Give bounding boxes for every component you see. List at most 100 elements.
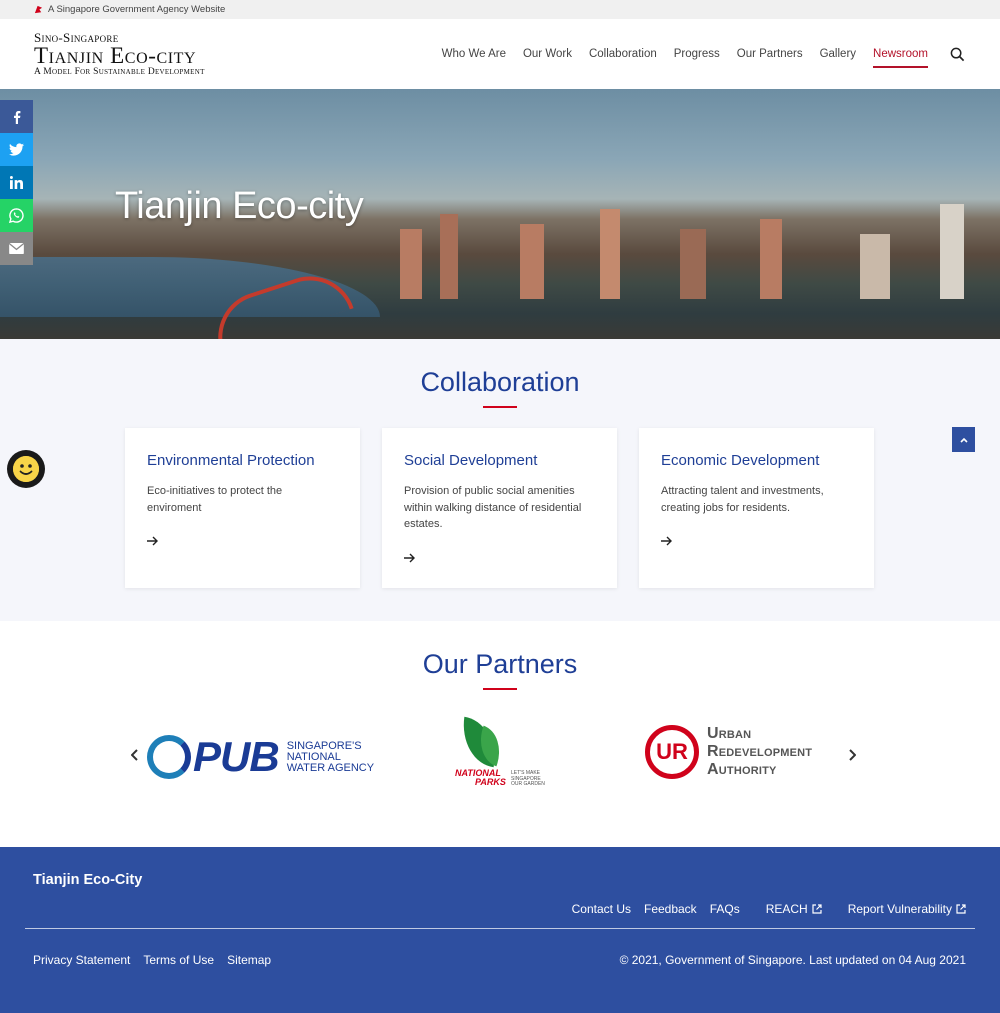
government-masthead: A Singapore Government Agency Website [0,0,1000,19]
nparks-tagline: LET'S MAKE SINGAPORE OUR GARDEN [511,770,545,788]
card-economic-development[interactable]: Economic Development Attracting talent a… [639,428,874,588]
nav-gallery[interactable]: Gallery [820,36,856,72]
footer-divider [25,928,975,929]
share-email-button[interactable] [0,232,33,265]
arrow-right-icon[interactable] [404,551,416,566]
nparks-tag-line: OUR GARDEN [511,781,545,787]
chevron-right-icon [849,749,856,761]
share-twitter-button[interactable] [0,133,33,166]
card-title: Social Development [404,452,538,469]
footer-link-sitemap[interactable]: Sitemap [227,953,271,967]
title-underline [483,406,517,408]
nav-collaboration[interactable]: Collaboration [589,36,657,72]
card-description: Eco-initiatives to protect the enviromen… [147,485,283,514]
logo-line-1: Sino-Singapore [34,29,119,45]
footer-link-faqs[interactable]: FAQs [710,902,740,916]
linkedin-icon [10,176,23,189]
nav-progress[interactable]: Progress [674,36,720,72]
social-share-bar [0,100,33,265]
twitter-icon [9,143,24,156]
singapore-lion-icon [34,5,43,14]
pub-tagline-line: NATIONAL [286,750,341,763]
external-link-icon [956,904,966,914]
main-nav: Who We Are Our Work Collaboration Progre… [425,19,966,89]
partners-title: Our Partners [422,649,578,679]
hero-building [680,229,706,299]
footer-link-reach[interactable]: REACH [766,902,808,916]
chevron-up-icon [959,437,968,443]
nparks-line: PARKS [475,777,506,787]
footer-link-contact-us[interactable]: Contact Us [572,902,631,916]
partners-carousel: PUB SINGAPORE'S NATIONAL WATER AGENCY NA… [125,716,870,799]
hero-building [940,204,964,299]
footer-link-reach-wrap[interactable]: REACH [753,902,822,916]
nav-our-work[interactable]: Our Work [523,36,572,72]
footer-legal-links: Privacy Statement Terms of Use Sitemap [33,953,284,967]
share-whatsapp-button[interactable] [0,199,33,232]
nav-newsroom[interactable]: Newsroom [873,36,928,72]
card-environmental-protection[interactable]: Environmental Protection Eco-initiatives… [125,428,360,588]
chevron-left-icon [131,749,138,761]
email-icon [9,243,24,254]
pub-wordmark: PUB [193,733,280,780]
hero-building [600,209,620,299]
footer-link-report-vulnerability-wrap[interactable]: Report Vulnerability [835,902,966,916]
masthead-text: A Singapore Government Agency Website [48,4,226,15]
arrow-right-icon[interactable] [661,534,673,549]
carousel-next-button[interactable] [842,745,862,765]
site-header: Sino-Singapore Tianjin Eco-city A Model … [0,19,1000,89]
share-linkedin-button[interactable] [0,166,33,199]
ura-wordmark: Urban Redevelopment Authority [707,725,812,779]
footer-links: Contact Us Feedback FAQs REACH Report Vu… [559,902,966,916]
card-description: Attracting talent and investments, creat… [661,485,824,514]
site-footer: Tianjin Eco-City Contact Us Feedback FAQ… [0,847,1000,1013]
collaboration-section: Collaboration Environmental Protection E… [0,339,1000,621]
card-title: Environmental Protection [147,452,315,469]
external-link-icon [812,904,822,914]
search-button[interactable] [948,45,966,63]
footer-link-feedback[interactable]: Feedback [644,902,697,916]
nav-who-we-are[interactable]: Who We Are [442,36,506,72]
hero-banner: Tianjin Eco-city [0,89,1000,339]
hero-building [520,224,544,299]
hero-title: Tianjin Eco-city [115,185,364,227]
nav-our-partners[interactable]: Our Partners [737,36,803,72]
ura-line: Redevelopment [707,743,813,760]
arrow-right-icon[interactable] [147,534,159,549]
hero-building [860,234,890,299]
footer-link-report-vulnerability[interactable]: Report Vulnerability [848,902,952,916]
site-logo[interactable]: Sino-Singapore Tianjin Eco-city A Model … [34,31,205,78]
pub-tagline-line: WATER AGENCY [286,761,375,774]
smiley-face-icon [13,456,39,482]
footer-title: Tianjin Eco-City [33,872,143,888]
search-icon [950,47,964,61]
title-underline [483,688,517,690]
card-social-development[interactable]: Social Development Provision of public s… [382,428,617,588]
pub-ring-icon [147,735,191,779]
back-to-top-button[interactable] [952,427,975,452]
ura-mark: UR [645,725,699,779]
collaboration-title: Collaboration [420,367,580,397]
card-description: Provision of public social amenities wit… [404,485,582,530]
hero-building [760,219,782,299]
collaboration-cards: Environmental Protection Eco-initiatives… [125,428,874,588]
ura-line: Authority [707,761,777,778]
card-title: Economic Development [661,452,820,469]
hero-building [400,229,422,299]
footer-link-terms-of-use[interactable]: Terms of Use [143,953,214,967]
partner-pub-logo[interactable]: PUB SINGAPORE'S NATIONAL WATER AGENCY [147,733,374,781]
nparks-wordmark: NATIONAL PARKS [455,769,506,787]
carousel-prev-button[interactable] [125,745,145,765]
logo-line-2: Tianjin Eco-city [34,42,197,68]
pub-tagline: SINGAPORE'S NATIONAL WATER AGENCY [286,739,375,774]
partners-section: Our Partners PUB SINGAPORE'S NATIONAL WA… [0,621,1000,847]
partner-nparks-logo[interactable]: NATIONAL PARKS LET'S MAKE SINGAPORE OUR … [455,716,555,789]
footer-link-privacy-statement[interactable]: Privacy Statement [33,953,130,967]
hero-building [440,214,458,299]
share-facebook-button[interactable] [0,100,33,133]
feedback-widget-button[interactable] [7,450,45,488]
pub-tagline-line: SINGAPORE'S [286,739,362,752]
ura-line: Urban [707,725,752,742]
partner-ura-logo[interactable]: UR Urban Redevelopment Authority [645,725,812,779]
whatsapp-icon [9,208,24,223]
